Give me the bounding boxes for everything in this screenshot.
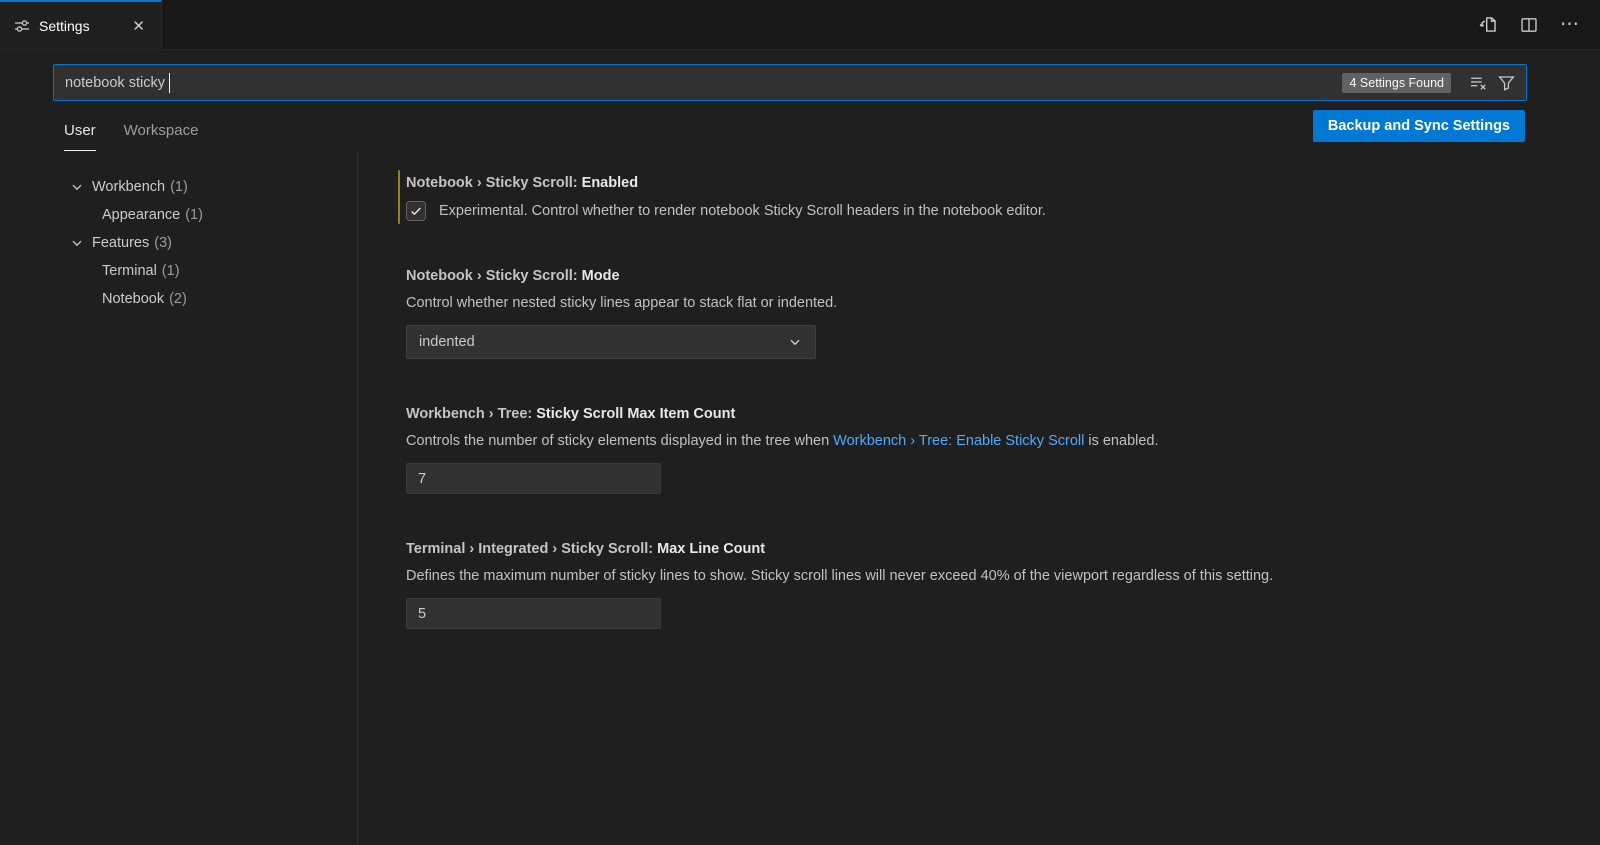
tab-title: Settings	[39, 18, 119, 34]
enable-sticky-scroll-link[interactable]: Workbench › Tree: Enable Sticky Scroll	[833, 433, 1084, 449]
clear-search-results-icon[interactable]	[1468, 72, 1489, 93]
text-caret	[169, 73, 171, 93]
setting-title: Notebook › Sticky Scroll: Mode	[406, 268, 1560, 284]
tab-settings[interactable]: Settings ✕	[0, 0, 162, 49]
setting-tree-stickyscroll-max-item-count: Workbench › Tree: Sticky Scroll Max Item…	[406, 406, 1560, 494]
setting-description: Controls the number of sticky elements d…	[406, 431, 1560, 451]
open-settings-json-icon[interactable]	[1479, 15, 1498, 34]
editor-tab-bar: Settings ✕ ⋯	[0, 0, 1600, 50]
settings-search-row: notebook sticky 4 Settings Found	[0, 50, 1600, 101]
setting-description: Experimental. Control whether to render …	[439, 203, 1046, 219]
max-item-count-input[interactable]	[406, 463, 661, 494]
setting-notebook-stickyscroll-enabled: Notebook › Sticky Scroll: Enabled Experi…	[406, 175, 1560, 221]
editor-actions: ⋯	[1479, 0, 1600, 49]
close-icon[interactable]: ✕	[128, 15, 149, 37]
tab-workspace[interactable]: Workspace	[124, 122, 199, 151]
setting-title: Notebook › Sticky Scroll: Enabled	[406, 175, 1560, 191]
chevron-down-icon	[69, 235, 85, 251]
settings-list: Notebook › Sticky Scroll: Enabled Experi…	[358, 151, 1600, 845]
backup-sync-settings-button[interactable]: Backup and Sync Settings	[1313, 110, 1525, 142]
setting-description: Control whether nested sticky lines appe…	[406, 293, 1560, 313]
setting-title: Terminal › Integrated › Sticky Scroll: M…	[406, 541, 1560, 557]
toc-item-appearance[interactable]: Appearance (1)	[0, 201, 357, 229]
more-actions-icon[interactable]: ⋯	[1560, 15, 1580, 34]
checkmark-icon	[409, 204, 423, 218]
settings-toc: Workbench (1) Appearance (1) Features (3…	[0, 151, 358, 845]
tab-user[interactable]: User	[64, 122, 96, 151]
split-editor-icon[interactable]	[1520, 16, 1538, 34]
setting-terminal-stickyscroll-max-line-count: Terminal › Integrated › Sticky Scroll: M…	[406, 541, 1560, 629]
scope-tabs: User Workspace	[64, 122, 198, 151]
setting-notebook-stickyscroll-mode: Notebook › Sticky Scroll: Mode Control w…	[406, 268, 1560, 359]
toc-item-features[interactable]: Features (3)	[0, 229, 357, 257]
toc-item-workbench[interactable]: Workbench (1)	[0, 173, 357, 201]
results-count-badge: 4 Settings Found	[1342, 73, 1451, 93]
chevron-down-icon	[787, 334, 803, 350]
settings-search-input[interactable]: notebook sticky 4 Settings Found	[53, 64, 1527, 101]
mode-select[interactable]: indented	[406, 325, 816, 359]
chevron-down-icon	[69, 179, 85, 195]
enabled-checkbox[interactable]	[406, 201, 426, 221]
scope-row: User Workspace Backup and Sync Settings	[0, 101, 1600, 151]
settings-sliders-icon	[14, 18, 30, 34]
toc-item-notebook[interactable]: Notebook (2)	[0, 285, 357, 313]
setting-title: Workbench › Tree: Sticky Scroll Max Item…	[406, 406, 1560, 422]
setting-description: Defines the maximum number of sticky lin…	[406, 566, 1560, 586]
search-query-text: notebook sticky	[65, 75, 165, 91]
settings-body: Workbench (1) Appearance (1) Features (3…	[0, 151, 1600, 845]
filter-icon[interactable]	[1496, 72, 1517, 93]
max-line-count-input[interactable]	[406, 598, 661, 629]
toc-item-terminal[interactable]: Terminal (1)	[0, 257, 357, 285]
